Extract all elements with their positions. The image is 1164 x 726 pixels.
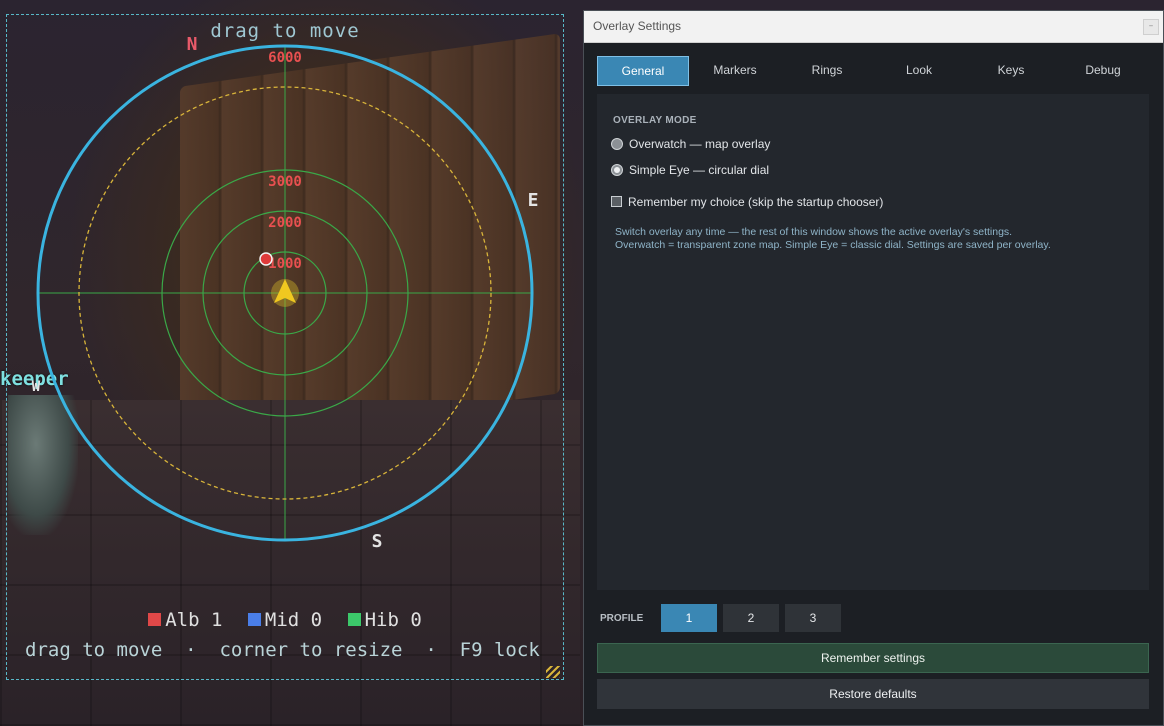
resize-grip-icon[interactable] [546,666,560,678]
ring-label-1000: 1000 [268,256,302,272]
window-title: Overlay Settings [593,19,682,33]
tab-general[interactable]: General [597,56,689,86]
ring-label-6000: 6000 [268,50,302,66]
profile-label: PROFILE [600,613,644,624]
radar-dial: 6000 3000 2000 1000 N E S W [32,34,539,552]
restore-defaults-button[interactable]: Restore defaults [597,679,1149,709]
compass-west: W [32,379,41,395]
remember-choice-label: Remember my choice (skip the startup cho… [628,195,884,209]
checkbox-icon[interactable] [611,196,622,208]
settings-tabs: General Markers Rings Look Keys Debug [597,56,1149,86]
tab-look[interactable]: Look [873,56,965,86]
overlay-settings-window: Overlay Settings – General Markers Rings… [583,10,1164,726]
mode-option-simple-eye-label: Simple Eye — circular dial [629,163,770,177]
mode-option-simple-eye[interactable]: Simple Eye — circular dial [611,163,769,177]
mode-option-overwatch-label: Overwatch — map overlay [629,137,771,151]
alb-swatch [148,612,162,626]
overlay-mode-heading: OVERLAY MODE [613,115,697,126]
compass-east: E [528,190,539,211]
mode-help-note: Switch overlay any time — the rest of th… [615,226,1051,252]
legend-alb: Alb 1 [148,609,222,631]
remember-choice-checkbox[interactable]: Remember my choice (skip the startup cho… [611,195,883,209]
profile-1-button[interactable]: 1 [661,604,717,632]
hib-swatch [347,612,361,626]
tab-keys[interactable]: Keys [965,56,1057,86]
compass-south: S [372,531,383,552]
ring-label-2000: 2000 [268,215,302,231]
legend-alb-count: 1 [210,609,223,631]
window-menu-icon[interactable]: – [1143,19,1159,35]
mode-option-overwatch[interactable]: Overwatch — map overlay [611,137,770,151]
realm-legend: Alb 1 Mid 0 Hib 0 [0,609,570,631]
compass-north: N [187,34,198,55]
remember-settings-button[interactable]: Remember settings [597,643,1149,673]
enemy-marker [259,252,273,266]
note-line: Switch overlay any time — the rest of th… [615,226,1013,238]
general-panel: OVERLAY MODE Overwatch — map overlay Sim… [597,94,1149,590]
tab-markers[interactable]: Markers [689,56,781,86]
radio-simple-eye[interactable] [611,163,623,176]
profile-3-button[interactable]: 3 [785,604,841,632]
legend-mid: Mid 0 [247,609,323,631]
radio-overwatch[interactable] [611,137,623,150]
legend-alb-label: Alb [165,609,200,631]
legend-mid-label: Mid [264,609,300,631]
tab-debug[interactable]: Debug [1057,56,1149,86]
window-titlebar[interactable]: Overlay Settings – [584,11,1163,43]
legend-mid-count: 0 [310,609,323,631]
note-line: Overwatch = transparent zone map. Simple… [615,239,1051,251]
dial-hint-text: drag to move · corner to resize · F9 loc… [25,639,540,661]
mid-swatch [247,612,261,626]
profile-2-button[interactable]: 2 [723,604,779,632]
legend-hib: Hib 0 [347,609,422,631]
legend-hib-label: Hib [364,609,399,631]
tab-rings[interactable]: Rings [781,56,873,86]
ring-label-3000: 3000 [268,174,302,190]
legend-hib-count: 0 [410,609,422,631]
